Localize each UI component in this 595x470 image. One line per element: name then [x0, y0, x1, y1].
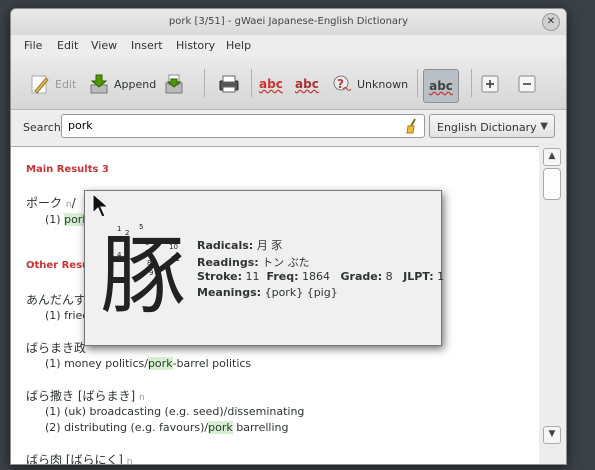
- edit-button[interactable]: Edit: [29, 71, 76, 97]
- stroke-number: 7: [145, 249, 149, 257]
- entry-definition: (1) (uk) broadcasting (e.g. seed)/dissem…: [45, 405, 305, 418]
- menu-insert[interactable]: Insert: [131, 39, 163, 52]
- chevron-down-icon: ▼: [540, 121, 548, 132]
- toolbar-separator: [471, 69, 472, 97]
- menu-bar: File Edit View Insert History Help: [11, 35, 566, 57]
- dictionary-select[interactable]: English Dictionary ▼: [429, 114, 555, 138]
- stroke-number: 5: [139, 223, 143, 231]
- scroll-up-button[interactable]: ▲: [543, 148, 561, 166]
- main-results-heading: Main Results 3: [26, 164, 109, 175]
- entry-head: ばら撒き [ばらまき] n: [26, 389, 145, 403]
- spellcheck-toggle-icon: abc: [429, 79, 453, 93]
- edit-icon: [31, 75, 49, 94]
- close-button[interactable]: ✕: [542, 13, 560, 31]
- entry-head: ポーク n/: [26, 196, 76, 210]
- print-button[interactable]: [218, 71, 240, 97]
- spellcheck-button-1[interactable]: abc: [259, 71, 283, 97]
- spellcheck-icon: abc: [259, 77, 283, 91]
- stroke-number: 1: [117, 225, 121, 233]
- zoom-out-button[interactable]: [516, 71, 538, 97]
- window-title: pork [3/51] - gWaei Japanese-English Dic…: [168, 16, 409, 27]
- kanji-popup: 豚 1 2 3 4 5 6 7 8 9 10 11 Radicals: 月 豕 …: [84, 190, 445, 346]
- radicals-line: Radicals: 月 豕: [197, 239, 283, 252]
- menu-history[interactable]: History: [176, 39, 215, 52]
- entry-definition: (1) fried: [45, 309, 90, 322]
- entry-definition: (1) pork: [45, 213, 89, 226]
- search-label: Search:: [23, 121, 65, 134]
- title-bar[interactable]: pork [3/51] - gWaei Japanese-English Dic…: [11, 9, 566, 35]
- spellcheck-toggle[interactable]: abc: [423, 69, 459, 103]
- kanji-stroke-diagram: 豚 1 2 3 4 5 6 7 8 9 10 11: [100, 223, 186, 317]
- scroll-thumb[interactable]: [543, 168, 561, 200]
- toolbar-separator: [204, 69, 205, 97]
- entry-definition: (1) money politics/pork-barrel politics: [45, 357, 252, 370]
- append-icon: [90, 74, 108, 94]
- save-icon: [165, 74, 183, 94]
- toolbar: Edit Append abc abc ? Unknown abc: [11, 57, 566, 110]
- menu-view[interactable]: View: [91, 39, 117, 52]
- printer-icon: [219, 75, 239, 93]
- mouse-cursor-icon: [92, 193, 110, 218]
- entry-definition: (2) distributing (e.g. favours)/pork bar…: [45, 421, 289, 434]
- menu-help[interactable]: Help: [226, 39, 251, 52]
- meanings-line: Meanings: {pork} {pig}: [197, 286, 338, 299]
- results-scrollbar[interactable]: ▲ ▼: [540, 146, 566, 446]
- other-results-heading: Other Resu: [26, 260, 90, 271]
- toolbar-separator: [417, 69, 418, 97]
- toolbar-separator: [251, 69, 252, 97]
- stroke-number: 9: [149, 269, 153, 277]
- entry-head: ばら肉 [ばらにく] n: [26, 453, 133, 465]
- search-field[interactable]: [61, 114, 425, 138]
- menu-edit[interactable]: Edit: [57, 39, 78, 52]
- menu-file[interactable]: File: [24, 39, 42, 52]
- stroke-number: 10: [169, 243, 178, 251]
- clear-broom-icon[interactable]: [404, 118, 420, 134]
- stroke-number: 2: [125, 229, 129, 237]
- question-spellcheck-icon: ?: [333, 75, 352, 91]
- search-row: Search: English Dictionary ▼: [11, 110, 566, 144]
- readings-line: Readings: トン ぶた: [197, 256, 310, 269]
- unknown-button[interactable]: ? Unknown: [331, 71, 408, 97]
- kanji-character: 豚: [100, 226, 186, 317]
- search-input[interactable]: [68, 119, 398, 132]
- scroll-down-button[interactable]: ▼: [543, 426, 561, 444]
- stroke-number: 8: [147, 259, 151, 267]
- stats-line: Stroke: 11 Freq: 1864 Grade: 8 JLPT: 1: [197, 270, 445, 283]
- append-button[interactable]: Append: [88, 71, 156, 97]
- stroke-number: 3: [109, 241, 113, 249]
- plus-icon: [481, 75, 499, 93]
- stroke-number: 4: [117, 251, 122, 259]
- stroke-number: 6: [145, 239, 150, 247]
- entry-head: あんだんす: [26, 293, 86, 307]
- minus-icon: [518, 75, 536, 93]
- spellcheck-button-2[interactable]: abc: [295, 71, 319, 97]
- save-button[interactable]: [163, 71, 185, 97]
- entry-head: ばらまき政: [26, 341, 87, 355]
- zoom-in-button[interactable]: [479, 71, 501, 97]
- stroke-number: 11: [171, 255, 180, 263]
- spellcheck-icon: abc: [295, 77, 319, 91]
